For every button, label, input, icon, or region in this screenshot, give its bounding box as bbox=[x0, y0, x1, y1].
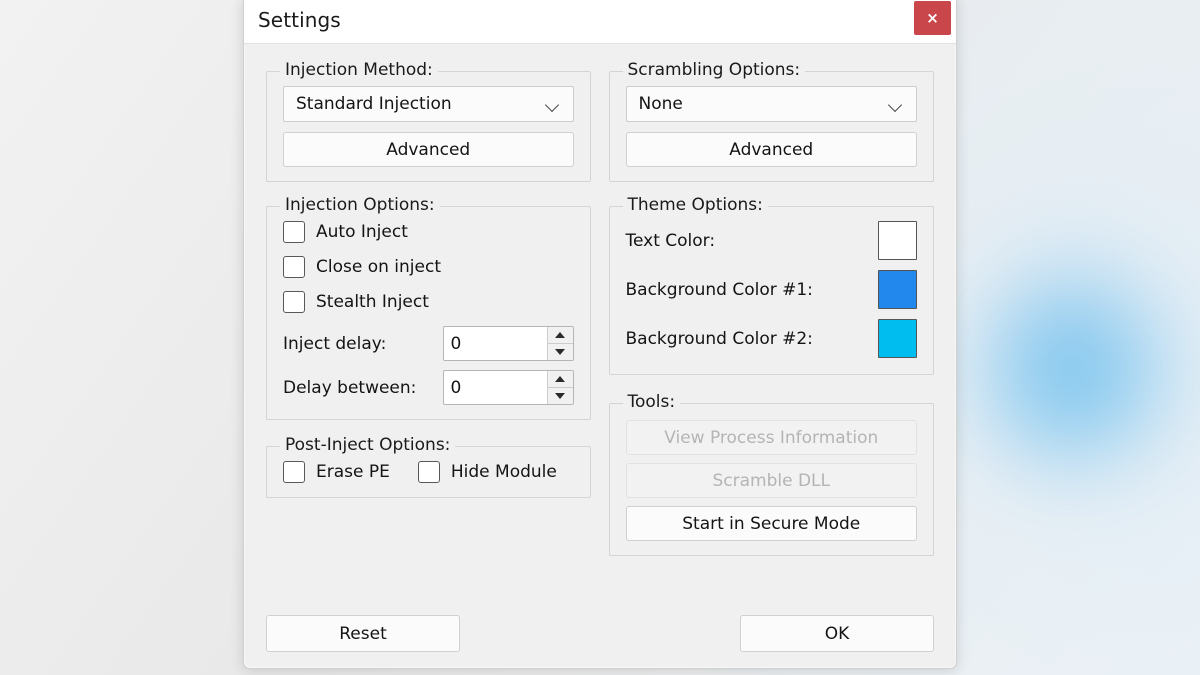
injection-method-value: Standard Injection bbox=[296, 94, 452, 114]
settings-dialog: Settings × Injection Method: Standard In… bbox=[243, 0, 957, 669]
checkbox-label-hide-module: Hide Module bbox=[451, 462, 557, 482]
row-inject-delay: Inject delay: 0 bbox=[283, 326, 574, 361]
label-text-color: Text Color: bbox=[626, 231, 716, 251]
checkbox-box-auto-inject[interactable] bbox=[283, 221, 305, 243]
checkbox-box-close-on-inject[interactable] bbox=[283, 256, 305, 278]
left-column: Injection Method: Standard Injection Adv… bbox=[266, 60, 591, 602]
checkbox-erase-pe[interactable]: Erase PE bbox=[283, 461, 390, 483]
injection-method-dropdown[interactable]: Standard Injection bbox=[283, 86, 574, 122]
group-scrambling-options: Scrambling Options: None Advanced bbox=[609, 71, 935, 182]
scrambling-advanced-button[interactable]: Advanced bbox=[626, 132, 918, 167]
group-title-post-inject-options: Post-Inject Options: bbox=[280, 435, 455, 455]
columns: Injection Method: Standard Injection Adv… bbox=[266, 60, 934, 602]
checkbox-label-stealth-inject: Stealth Inject bbox=[316, 292, 429, 312]
checkbox-hide-module[interactable]: Hide Module bbox=[418, 461, 557, 483]
window-title: Settings bbox=[258, 8, 341, 32]
post-inject-checkbox-row: Erase PE Hide Module bbox=[283, 461, 574, 483]
row-text-color: Text Color: bbox=[626, 221, 918, 260]
title-bar: Settings × bbox=[244, 0, 956, 44]
right-column: Scrambling Options: None Advanced Theme … bbox=[609, 60, 935, 602]
checkbox-label-close-on-inject: Close on inject bbox=[316, 257, 441, 277]
group-title-tools: Tools: bbox=[623, 392, 681, 412]
label-delay-between: Delay between: bbox=[283, 378, 416, 398]
row-background-color-2: Background Color #2: bbox=[626, 319, 918, 358]
dialog-body: Injection Method: Standard Injection Adv… bbox=[244, 44, 956, 668]
spinner-inject-delay[interactable]: 0 bbox=[443, 326, 574, 361]
checkbox-label-erase-pe: Erase PE bbox=[316, 462, 390, 482]
group-title-theme-options: Theme Options: bbox=[623, 195, 768, 215]
spinner-down-icon-inject-delay[interactable] bbox=[548, 344, 573, 361]
checkbox-box-erase-pe[interactable] bbox=[283, 461, 305, 483]
dialog-footer: Reset OK bbox=[266, 602, 934, 668]
spinner-arrows-delay-between bbox=[547, 371, 573, 404]
scramble-dll-button[interactable]: Scramble DLL bbox=[626, 463, 918, 498]
label-inject-delay: Inject delay: bbox=[283, 334, 386, 354]
row-background-color-1: Background Color #1: bbox=[626, 270, 918, 309]
group-title-scrambling-options: Scrambling Options: bbox=[623, 60, 806, 80]
checkbox-label-auto-inject: Auto Inject bbox=[316, 222, 408, 242]
close-icon[interactable]: × bbox=[914, 1, 951, 35]
checkbox-box-hide-module[interactable] bbox=[418, 461, 440, 483]
view-process-information-button[interactable]: View Process Information bbox=[626, 420, 918, 455]
checkbox-auto-inject[interactable]: Auto Inject bbox=[283, 221, 574, 243]
group-injection-method: Injection Method: Standard Injection Adv… bbox=[266, 71, 591, 182]
background-glow-inner bbox=[975, 290, 1175, 470]
swatch-background-color-2[interactable] bbox=[878, 319, 917, 358]
chevron-down-icon bbox=[545, 100, 560, 109]
start-in-secure-mode-button[interactable]: Start in Secure Mode bbox=[626, 506, 918, 541]
chevron-down-icon bbox=[888, 100, 903, 109]
spinner-up-icon-inject-delay[interactable] bbox=[548, 327, 573, 344]
scrambling-options-dropdown[interactable]: None bbox=[626, 86, 918, 122]
group-title-injection-method: Injection Method: bbox=[280, 60, 438, 80]
scrambling-options-value: None bbox=[639, 94, 683, 114]
spinner-value-inject-delay[interactable]: 0 bbox=[444, 327, 547, 360]
checkbox-stealth-inject[interactable]: Stealth Inject bbox=[283, 291, 574, 313]
group-title-injection-options: Injection Options: bbox=[280, 195, 440, 215]
spinner-down-icon-delay-between[interactable] bbox=[548, 388, 573, 405]
checkbox-close-on-inject[interactable]: Close on inject bbox=[283, 256, 574, 278]
spinner-up-icon-delay-between[interactable] bbox=[548, 371, 573, 388]
label-background-color-2: Background Color #2: bbox=[626, 329, 813, 349]
swatch-background-color-1[interactable] bbox=[878, 270, 917, 309]
group-post-inject-options: Post-Inject Options: Erase PE Hide Modul… bbox=[266, 446, 591, 498]
row-delay-between: Delay between: 0 bbox=[283, 370, 574, 405]
spinner-arrows-inject-delay bbox=[547, 327, 573, 360]
label-background-color-1: Background Color #1: bbox=[626, 280, 813, 300]
reset-button[interactable]: Reset bbox=[266, 615, 460, 652]
swatch-text-color[interactable] bbox=[878, 221, 917, 260]
injection-method-advanced-button[interactable]: Advanced bbox=[283, 132, 574, 167]
group-theme-options: Theme Options: Text Color: Background Co… bbox=[609, 206, 935, 375]
background-glow bbox=[945, 215, 1200, 515]
group-injection-options: Injection Options: Auto Inject Close on … bbox=[266, 206, 591, 420]
spinner-delay-between[interactable]: 0 bbox=[443, 370, 574, 405]
group-tools: Tools: View Process Information Scramble… bbox=[609, 403, 935, 556]
spinner-value-delay-between[interactable]: 0 bbox=[444, 371, 547, 404]
checkbox-box-stealth-inject[interactable] bbox=[283, 291, 305, 313]
ok-button[interactable]: OK bbox=[740, 615, 934, 652]
